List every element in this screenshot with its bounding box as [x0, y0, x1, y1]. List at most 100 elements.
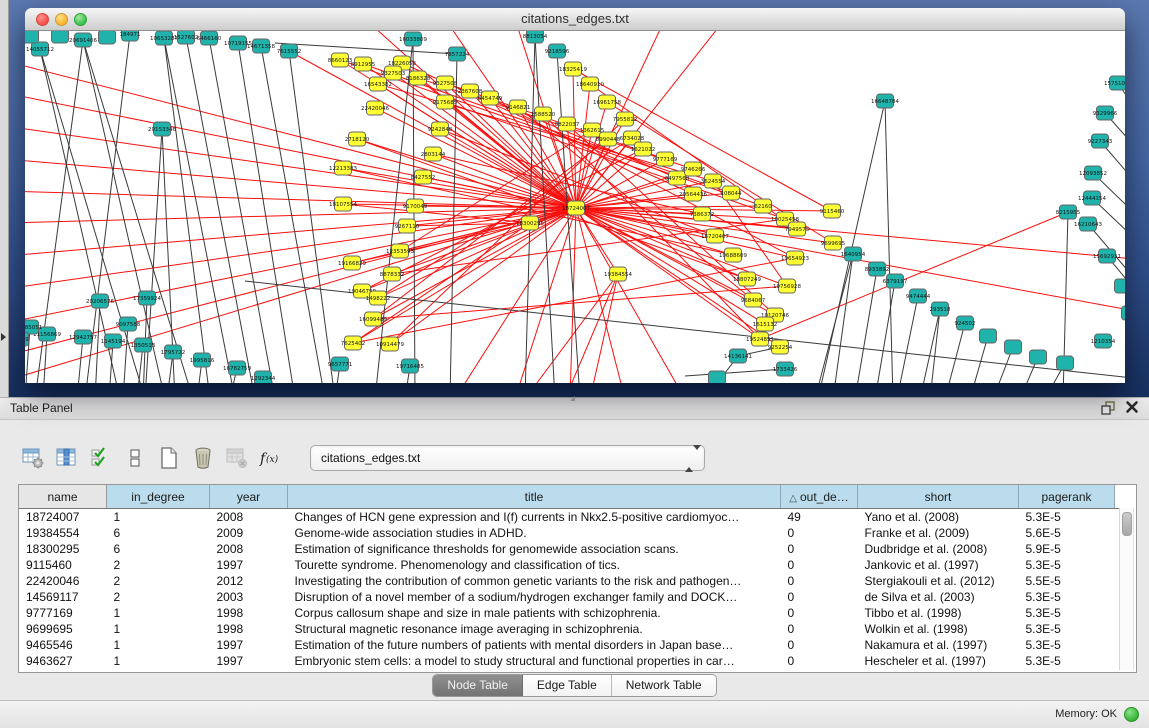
graph-node-label: 8933892: [865, 267, 890, 273]
table-row[interactable]: 911546021997Tourette syndrome. Phenomeno…: [19, 557, 1120, 573]
graph-node-label: 16648784: [871, 99, 899, 105]
table-cell: 9115460: [19, 557, 107, 573]
graph-node-label: 9267110: [395, 224, 420, 230]
table-row[interactable]: 1830029562008Estimation of significance …: [19, 541, 1120, 557]
graph-node-label: 1210354: [1091, 339, 1116, 345]
side-gutter: [0, 0, 9, 397]
collapse-arrow-icon[interactable]: [1, 333, 6, 341]
graph-node[interactable]: [709, 371, 726, 383]
graph-node-label: 6497568: [665, 176, 690, 182]
column-header-name[interactable]: name: [19, 485, 107, 509]
graph-node-label: 22420046: [361, 106, 389, 112]
graph-node[interactable]: [980, 329, 997, 343]
table-cell: de Silva et al. (2003): [858, 589, 1019, 605]
table-cell: 9463627: [19, 653, 107, 669]
graph-node-label: 9115460: [820, 209, 845, 215]
graph-edge: [945, 323, 965, 383]
graph-node-label: 9699695: [821, 241, 846, 247]
table-row[interactable]: 977716911998Corpus callosum shape and si…: [19, 605, 1120, 621]
table-cell: 1: [107, 605, 210, 621]
new-document-icon[interactable]: [156, 445, 182, 471]
tab-node-table[interactable]: Node Table: [433, 675, 523, 696]
graph-node-label: 1621022: [631, 147, 656, 153]
graph-node-label: 9684067: [741, 298, 766, 304]
function-builder-icon[interactable]: f (x): [258, 445, 284, 471]
row-height-icon[interactable]: [122, 445, 148, 471]
zoom-window-button[interactable]: [74, 13, 87, 26]
graph-node-label: 16033809: [399, 37, 427, 43]
close-window-button[interactable]: [36, 13, 49, 26]
graph-edge: [378, 84, 576, 208]
column-header-out_de[interactable]: △out_de…: [781, 485, 858, 509]
graph-node-label: 9227343: [1088, 139, 1113, 145]
table-row[interactable]: 969969511998Structural magnetic resonanc…: [19, 621, 1120, 637]
network-canvas[interactable]: 1872400786601238912955182260589327503165…: [25, 31, 1125, 383]
column-header-pagerank[interactable]: pagerank: [1019, 485, 1115, 509]
table-row[interactable]: 1938455462009Genome-wide association stu…: [19, 525, 1120, 541]
minimize-window-button[interactable]: [55, 13, 68, 26]
tab-edge-table[interactable]: Edge Table: [523, 675, 612, 696]
graph-node-label: 8813054: [523, 34, 548, 40]
table-cell: Corpus callosum shape and size in male p…: [288, 605, 781, 621]
table-scrollbar[interactable]: [1119, 508, 1134, 670]
close-panel-icon[interactable]: [1123, 400, 1141, 417]
graph-node[interactable]: [1030, 350, 1047, 364]
column-header-short[interactable]: short: [858, 485, 1019, 509]
graph-node[interactable]: [25, 31, 39, 43]
network-canvas-svg[interactable]: 1872400786601238912955182260589327503165…: [25, 31, 1125, 383]
table-row[interactable]: 946362711997Embryonic stem cells: a mode…: [19, 653, 1120, 669]
graph-node-label: 18300295: [516, 221, 544, 227]
graph-node-label: 3624554: [701, 179, 726, 185]
table-cell: 2: [107, 589, 210, 605]
network-window-title: citations_edges.txt: [25, 8, 1125, 29]
graph-node[interactable]: [99, 31, 116, 44]
column-header-year[interactable]: year: [210, 485, 288, 509]
table-row[interactable]: 946554611997Estimation of the future num…: [19, 637, 1120, 653]
tab-network-table[interactable]: Network Table: [612, 675, 716, 696]
table-settings-icon[interactable]: [20, 445, 46, 471]
column-header-in_degree[interactable]: in_degree: [107, 485, 210, 509]
network-selector-dropdown[interactable]: citations_edges.txt: [310, 445, 705, 471]
graph-node[interactable]: [1115, 279, 1126, 293]
graph-node-label: 9657771: [328, 362, 353, 368]
memory-status-dot[interactable]: [1124, 707, 1139, 722]
status-bar: Memory: OK: [0, 700, 1149, 728]
table-cell: 0: [781, 557, 858, 573]
graph-edge: [590, 274, 618, 383]
table-row[interactable]: 1456911722003Disruption of a novel membe…: [19, 589, 1120, 605]
graph-node-label: 16543382: [364, 82, 392, 88]
network-window-titlebar[interactable]: citations_edges.txt: [25, 8, 1125, 31]
table-cell: 14569117: [19, 589, 107, 605]
float-panel-icon[interactable]: [1099, 400, 1117, 417]
graph-node[interactable]: [52, 31, 69, 43]
table-cell: 5.3E-5: [1019, 557, 1115, 573]
column-header-title[interactable]: title: [288, 485, 781, 509]
graph-node-label: 8186328: [406, 76, 431, 82]
table-row[interactable]: 1872400712008Changes of HCN gene express…: [19, 509, 1120, 526]
graph-node-label: 9175685: [433, 100, 458, 106]
table-cell: 5.3E-5: [1019, 621, 1115, 637]
table-cell: Embryonic stem cells: a model to study s…: [288, 653, 781, 669]
table-cell: 2009: [210, 525, 288, 541]
graph-node-label: 2367608: [458, 89, 483, 95]
graph-node[interactable]: [1005, 340, 1022, 354]
graph-node-label: 20153346: [148, 127, 176, 133]
table-cell: 1997: [210, 637, 288, 653]
graph-node[interactable]: [1122, 306, 1126, 320]
graph-node-label: 9777169: [653, 157, 678, 163]
table-cell: 5.6E-5: [1019, 525, 1115, 541]
table-toolbar: f (x) citations_edges.txt: [20, 445, 705, 471]
graph-node-label: 18640910: [576, 82, 604, 88]
delete-table-icon[interactable]: [224, 445, 250, 471]
table-row[interactable]: 2242004622012Investigating the contribut…: [19, 573, 1120, 589]
graph-node[interactable]: [1057, 356, 1074, 370]
graph-node-label: 9327508: [433, 81, 458, 87]
panel-splitter-handle[interactable]: [570, 396, 575, 401]
table-scrollbar-thumb[interactable]: [1122, 512, 1132, 536]
table-cell: 18300295: [19, 541, 107, 557]
table-cell: Estimation of significance thresholds fo…: [288, 541, 781, 557]
table-column-icon[interactable]: [54, 445, 80, 471]
delete-trash-icon[interactable]: [190, 445, 216, 471]
graph-node-label: 1733426: [773, 367, 798, 373]
select-rows-icon[interactable]: [88, 445, 114, 471]
